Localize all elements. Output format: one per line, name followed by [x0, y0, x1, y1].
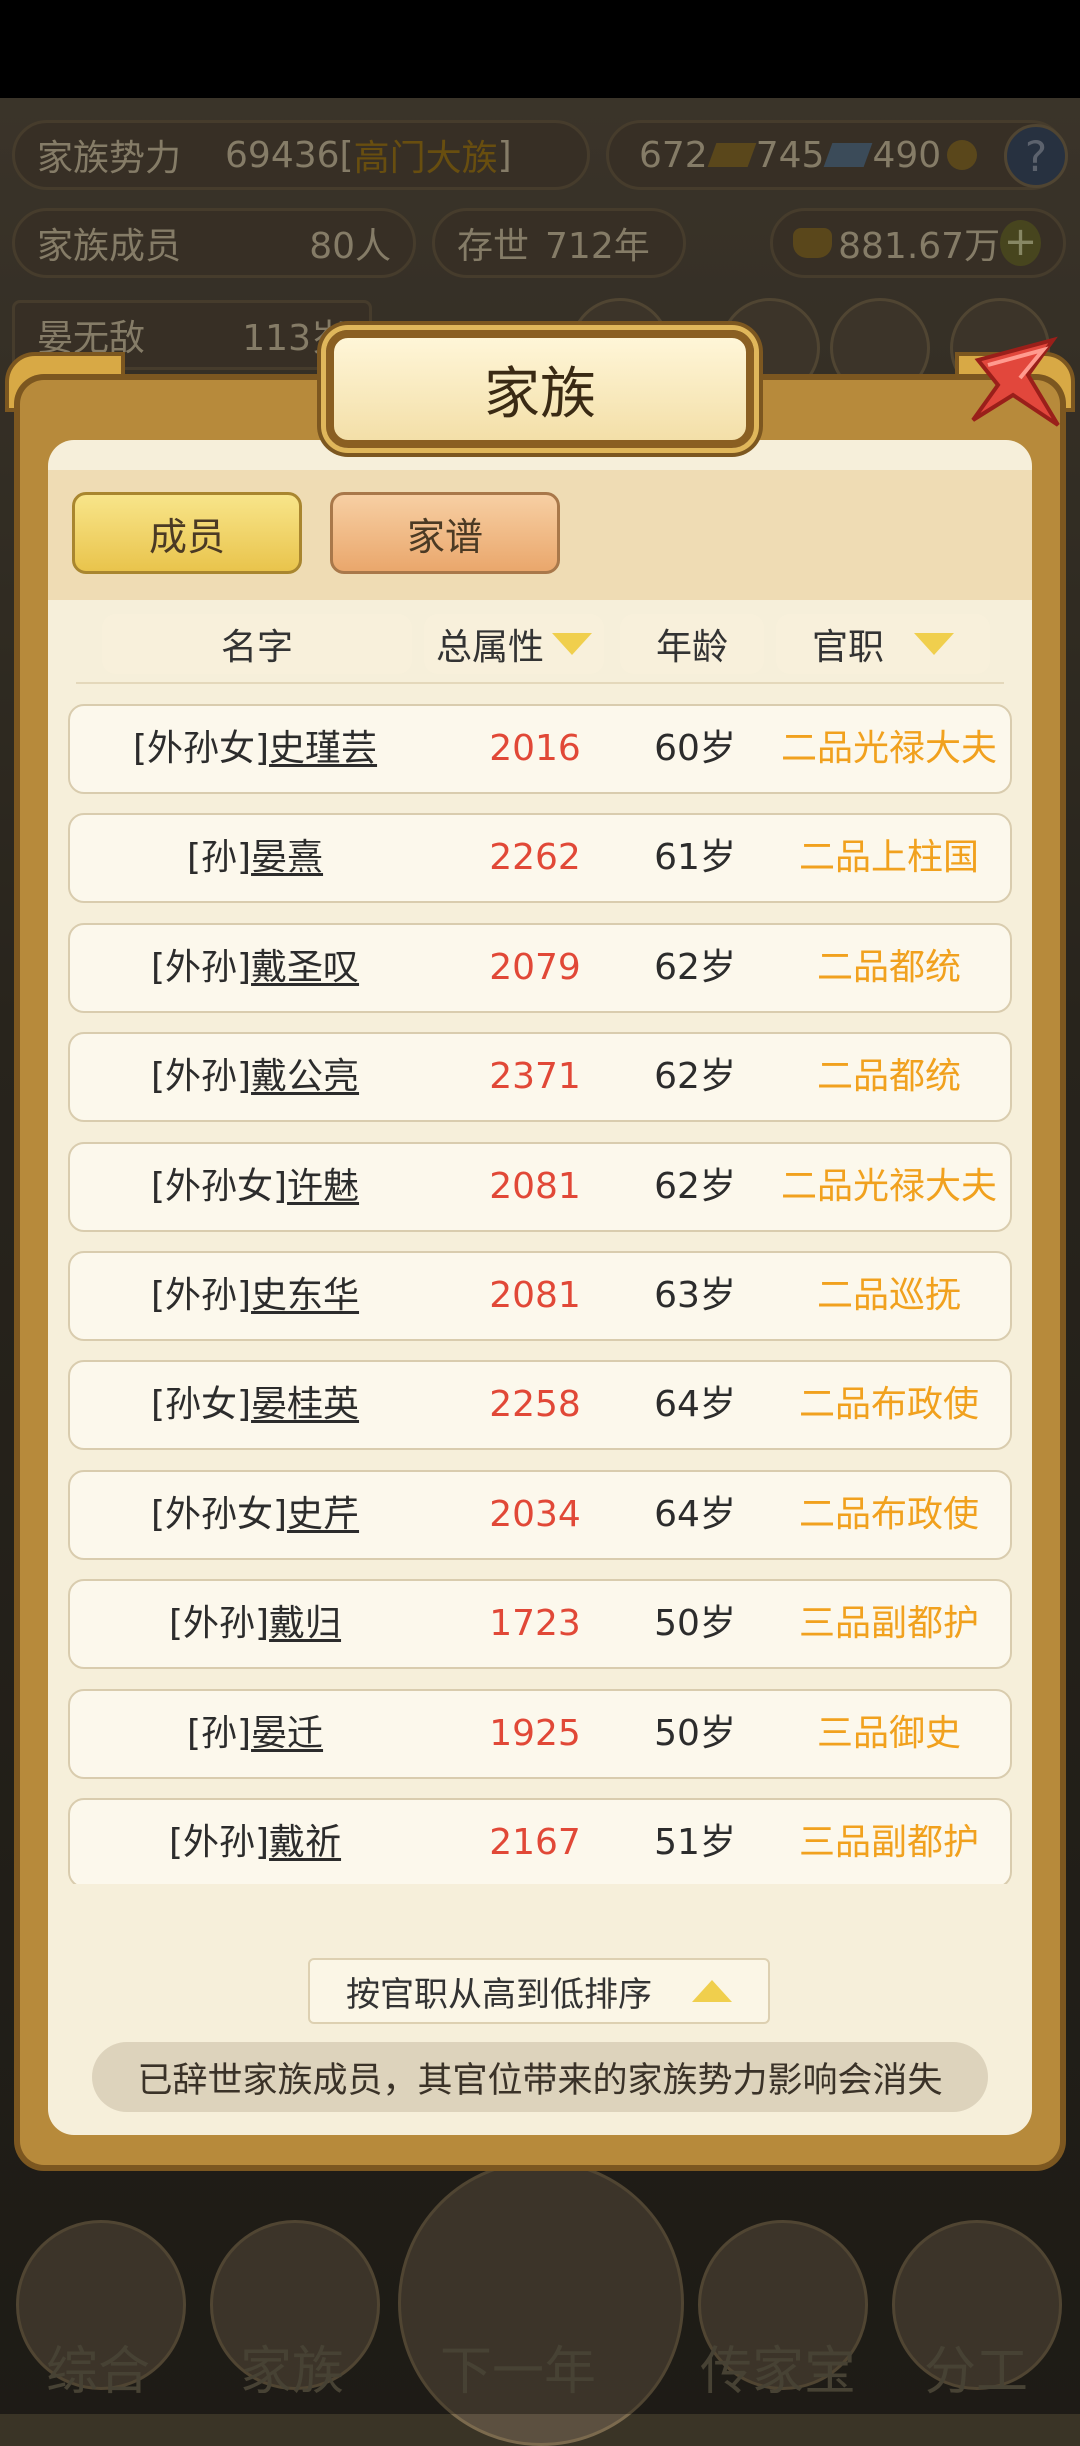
- member-name[interactable]: [外孙]史东华: [70, 1253, 440, 1339]
- member-age: 50岁: [654, 1603, 736, 1645]
- divider: [76, 682, 1004, 684]
- member-attr: 2034: [489, 1493, 581, 1535]
- member-age: 61岁: [654, 837, 736, 879]
- member-row[interactable]: [外孙]戴圣叹 2079 62岁 二品都统: [68, 922, 1012, 1013]
- member-name[interactable]: [外孙]戴圣叹: [70, 925, 440, 1011]
- member-post: 三品副都护: [798, 1603, 979, 1645]
- member-attr: 2016: [489, 728, 581, 769]
- member-attr: 2167: [489, 1822, 581, 1863]
- member-attr: 2081: [489, 1275, 581, 1316]
- member-name[interactable]: [外孙女]许魅: [70, 1144, 440, 1230]
- member-name[interactable]: [外孙女]史瑾芸: [70, 706, 440, 792]
- member-row[interactable]: [外孙]戴归 1723 50岁 三品副都护: [68, 1579, 1012, 1670]
- member-row[interactable]: [外孙女]许魅 2081 62岁 二品光禄大夫: [68, 1141, 1012, 1232]
- member-post: 三品御史: [816, 1712, 961, 1754]
- member-name[interactable]: [外孙]戴公亮: [70, 1034, 440, 1120]
- member-name[interactable]: [孙]晏迁: [70, 1691, 440, 1777]
- member-post: 二品都统: [816, 946, 961, 988]
- member-attr: 2258: [489, 1384, 581, 1426]
- member-attr: 1723: [489, 1603, 581, 1645]
- member-row[interactable]: [外孙女]史芹 2034 64岁 二品布政使: [68, 1469, 1012, 1560]
- member-row[interactable]: [孙]晏迁 1925 50岁 三品御史: [68, 1688, 1012, 1779]
- member-age: 50岁: [654, 1712, 736, 1754]
- member-name[interactable]: [外孙]戴归: [70, 1581, 440, 1667]
- member-attr: 1925: [489, 1712, 581, 1754]
- member-post: 二品光禄大夫: [780, 728, 997, 769]
- member-age: 63岁: [654, 1275, 736, 1316]
- column-header-attr[interactable]: 总属性: [424, 614, 604, 674]
- member-attr: 2079: [489, 946, 581, 988]
- member-name[interactable]: [外孙]戴祈: [70, 1800, 440, 1884]
- member-row[interactable]: [孙]晏熹 2262 61岁 二品上柱国: [68, 813, 1012, 904]
- member-attr: 2262: [489, 837, 581, 879]
- dialog-title: 家族: [326, 330, 754, 448]
- tab-members[interactable]: 成员: [72, 492, 302, 574]
- member-age: 62岁: [654, 1056, 736, 1098]
- sort-down-icon: [914, 633, 954, 655]
- member-post: 二品光禄大夫: [780, 1165, 997, 1207]
- member-name[interactable]: [孙女]晏桂英: [70, 1362, 440, 1448]
- member-age: 62岁: [654, 946, 736, 988]
- column-header-name[interactable]: 名字: [102, 614, 412, 674]
- member-post: 二品都统: [816, 1056, 961, 1098]
- member-age: 60岁: [654, 728, 736, 769]
- member-age: 64岁: [654, 1384, 736, 1426]
- member-row[interactable]: [外孙]戴公亮 2371 62岁 二品都统: [68, 1032, 1012, 1123]
- member-row[interactable]: [外孙]戴祈 2167 51岁 三品副都护: [68, 1798, 1012, 1884]
- sort-up-icon: [692, 1980, 732, 2002]
- member-attr: 2371: [489, 1056, 581, 1098]
- member-post: 二品上柱国: [798, 837, 979, 879]
- member-post: 二品巡抚: [816, 1275, 961, 1316]
- column-header-age[interactable]: 年龄: [620, 614, 764, 674]
- member-age: 64岁: [654, 1493, 736, 1535]
- sort-down-icon: [552, 633, 592, 655]
- family-dialog: 成员 家谱 名字 总属性 年龄 官职 [外孙女]史瑾芸 2016 60岁 二品光禄大夫…: [48, 440, 1032, 2135]
- member-age: 62岁: [654, 1165, 736, 1207]
- member-attr: 2081: [489, 1165, 581, 1207]
- sort-by-post-button[interactable]: 按官职从高到低排序: [308, 1958, 770, 2024]
- column-header-post[interactable]: 官职: [776, 614, 990, 674]
- tab-genealogy[interactable]: 家谱: [330, 492, 560, 574]
- member-row[interactable]: [外孙女]史瑾芸 2016 60岁 二品光禄大夫: [68, 704, 1012, 794]
- member-row[interactable]: [孙女]晏桂英 2258 64岁 二品布政使: [68, 1360, 1012, 1451]
- member-post: 二品布政使: [798, 1493, 979, 1535]
- member-post: 二品布政使: [798, 1384, 979, 1426]
- close-icon[interactable]: [958, 330, 1068, 440]
- member-name[interactable]: [孙]晏熹: [70, 815, 440, 901]
- member-post: 三品副都护: [798, 1822, 979, 1863]
- deceased-notice: 已辞世家族成员，其官位带来的家族势力影响会消失: [92, 2042, 988, 2112]
- member-name[interactable]: [外孙女]史芹: [70, 1472, 440, 1558]
- member-row[interactable]: [外孙]史东华 2081 63岁 二品巡抚: [68, 1251, 1012, 1341]
- member-list[interactable]: [外孙女]史瑾芸 2016 60岁 二品光禄大夫 [孙]晏熹 2262 61岁 二品上柱国 [外…: [68, 704, 1012, 1884]
- member-age: 51岁: [654, 1822, 736, 1863]
- status-bar: [0, 0, 1080, 98]
